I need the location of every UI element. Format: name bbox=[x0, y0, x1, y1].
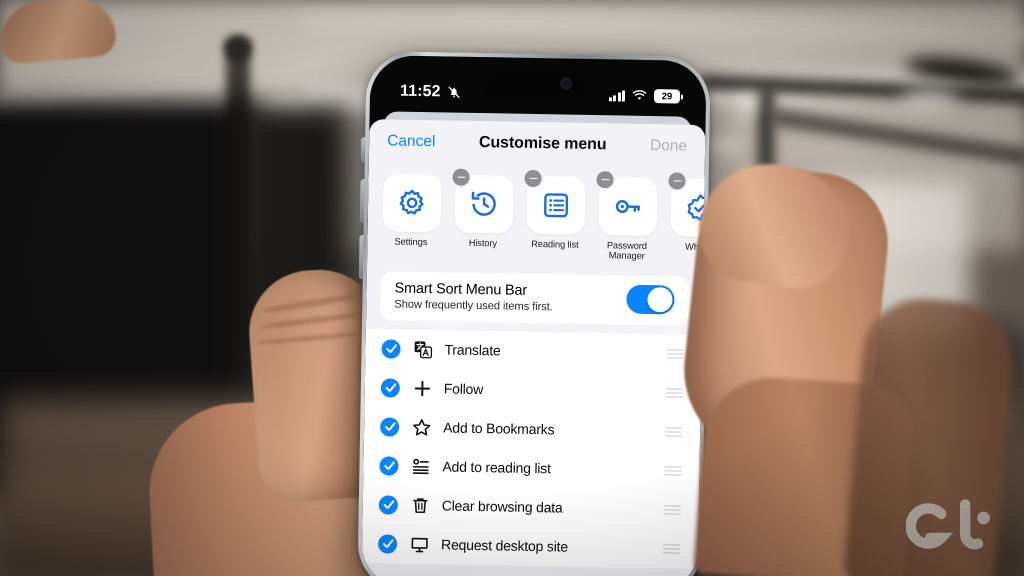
cancel-button[interactable]: Cancel bbox=[387, 132, 436, 151]
menu-item-row[interactable]: Clear browsing data bbox=[362, 485, 699, 530]
status-bar: 11:52 29 bbox=[370, 55, 707, 119]
translate-icon bbox=[411, 339, 433, 360]
menu-item-label: Clear browsing data bbox=[441, 497, 563, 516]
drag-handle-icon[interactable] bbox=[665, 426, 683, 437]
dynamic-island bbox=[483, 71, 593, 103]
cellular-bars-icon bbox=[608, 90, 626, 102]
icon-strip-label: Settings bbox=[394, 236, 428, 248]
icon-strip-label: History bbox=[468, 237, 498, 249]
battery-indicator: 29 bbox=[653, 89, 681, 104]
customise-menu-sheet: Cancel Customise menu Done Settings Histo… bbox=[361, 119, 706, 576]
plus-icon bbox=[411, 378, 433, 399]
drag-handle-icon[interactable] bbox=[664, 465, 682, 476]
menu-item-label: Add to Bookmarks bbox=[443, 419, 555, 438]
checkbox-checked-icon[interactable] bbox=[378, 495, 398, 515]
smart-sort-title: Smart Sort Menu Bar bbox=[394, 280, 528, 299]
menu-item-row[interactable]: Follow bbox=[365, 368, 702, 413]
icon-strip-label: Reading list bbox=[531, 238, 579, 250]
icon-strip-item-password-manager[interactable]: Password Manager bbox=[595, 171, 659, 262]
checkbox-checked-icon[interactable] bbox=[380, 417, 400, 437]
phone-screen: 11:52 29 Cancel Customise menu Done Sett… bbox=[361, 55, 707, 576]
icon-strip-item-reading-list[interactable]: Reading list bbox=[523, 169, 587, 261]
volume-down-button[interactable] bbox=[358, 234, 364, 280]
desktop-icon bbox=[408, 534, 430, 555]
drag-handle-icon[interactable] bbox=[665, 387, 683, 398]
icon-strip-item-settings[interactable]: Settings bbox=[379, 173, 443, 258]
trash-icon bbox=[409, 495, 431, 516]
menu-items-list: Translate Follow Add to Bookmarks Add to re… bbox=[361, 328, 702, 569]
status-left: 11:52 bbox=[400, 83, 461, 102]
drag-handle-icon[interactable] bbox=[666, 348, 684, 359]
iphone-device: 11:52 29 Cancel Customise menu Done Sett… bbox=[357, 51, 713, 576]
menu-item-label: Follow bbox=[443, 380, 484, 398]
drag-handle-icon[interactable] bbox=[663, 543, 681, 554]
reading-add-icon bbox=[409, 456, 431, 477]
checkbox-checked-icon[interactable] bbox=[379, 456, 399, 476]
status-right: 29 bbox=[608, 88, 681, 104]
icon-strip: Settings History Reading list Password Manag… bbox=[367, 163, 706, 271]
drag-handle-icon[interactable] bbox=[663, 504, 681, 515]
status-time: 11:52 bbox=[399, 82, 441, 101]
gear-icon bbox=[382, 173, 442, 233]
checkbox-checked-icon[interactable] bbox=[381, 339, 401, 359]
icon-strip-label: Password Manager bbox=[606, 240, 647, 262]
volume-up-button[interactable] bbox=[359, 178, 365, 224]
index-finger-tip bbox=[0, 0, 118, 65]
menu-item-label: Add to reading list bbox=[442, 458, 551, 477]
wifi-icon bbox=[632, 90, 647, 100]
icon-strip-item-history[interactable]: History bbox=[451, 168, 515, 260]
menu-item-row[interactable]: Request desktop site bbox=[362, 524, 699, 569]
star-icon bbox=[410, 417, 432, 438]
done-button[interactable]: Done bbox=[650, 137, 687, 156]
bell-slash-icon bbox=[448, 86, 460, 99]
menu-item-row[interactable]: Add to Bookmarks bbox=[364, 407, 701, 452]
checkbox-checked-icon[interactable] bbox=[377, 534, 398, 554]
silent-switch[interactable] bbox=[360, 136, 366, 164]
page-title: Customise menu bbox=[478, 134, 607, 154]
smart-sort-text: Smart Sort Menu Bar Show frequently used… bbox=[394, 280, 553, 313]
smart-sort-toggle[interactable] bbox=[626, 284, 675, 315]
menu-item-row[interactable]: Add to reading list bbox=[363, 446, 700, 491]
smart-sort-card: Smart Sort Menu Bar Show frequently used… bbox=[380, 271, 689, 326]
checkbox-checked-icon[interactable] bbox=[380, 378, 401, 398]
sheet-navbar: Cancel Customise menu Done bbox=[369, 119, 706, 169]
gt-watermark-logo bbox=[906, 499, 990, 550]
smart-sort-subtitle: Show frequently used items first. bbox=[394, 298, 553, 314]
menu-item-label: Translate bbox=[444, 341, 501, 359]
menu-item-row[interactable]: Translate bbox=[365, 329, 702, 374]
menu-item-label: Request desktop site bbox=[440, 536, 569, 555]
